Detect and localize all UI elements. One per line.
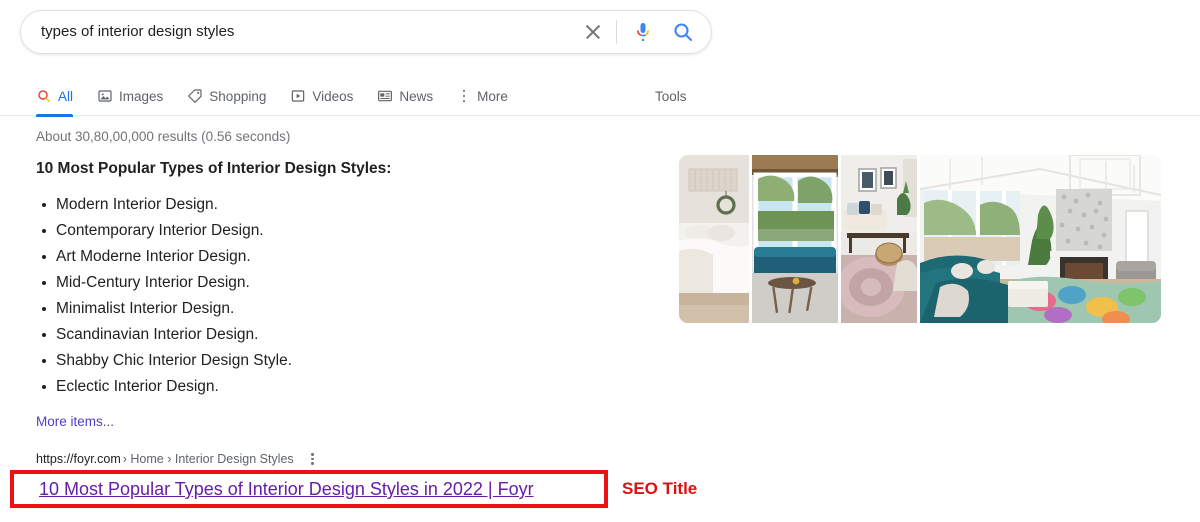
- tab-label: Images: [119, 88, 164, 104]
- featured-snippet: 10 Most Popular Types of Interior Design…: [36, 160, 636, 431]
- tools-button[interactable]: Tools: [655, 76, 687, 116]
- list-item: Eclectic Interior Design.: [42, 374, 636, 400]
- more-vert-icon[interactable]: [306, 451, 320, 467]
- tab-shopping[interactable]: Shopping: [187, 76, 266, 116]
- tab-news[interactable]: News: [377, 76, 433, 116]
- google-search-results-page: All Images: [0, 0, 1200, 522]
- tab-images[interactable]: Images: [97, 76, 163, 116]
- close-icon[interactable]: [580, 19, 606, 45]
- list-item: Art Moderne Interior Design.: [42, 244, 636, 270]
- search-icon: [36, 88, 52, 104]
- search-box-actions: [580, 19, 711, 45]
- result-stats: About 30,80,00,000 results (0.56 seconds…: [36, 129, 291, 144]
- tools-label: Tools: [655, 88, 687, 104]
- collage-image-2[interactable]: [752, 155, 838, 323]
- divider: [616, 20, 617, 44]
- collage-image-4[interactable]: [920, 155, 1161, 323]
- more-items-link[interactable]: More items...: [36, 414, 114, 429]
- microphone-icon[interactable]: [631, 20, 655, 44]
- list-item: Minimalist Interior Design.: [42, 296, 636, 322]
- newspaper-icon: [377, 88, 393, 104]
- organic-result: https://foyr.com › Home › Interior Desig…: [10, 450, 736, 508]
- tab-all[interactable]: All: [36, 76, 74, 117]
- list-item: Contemporary Interior Design.: [42, 218, 636, 244]
- tab-label: Shopping: [209, 88, 267, 104]
- tab-videos[interactable]: Videos: [290, 76, 353, 116]
- search-tabs: All Images Shopping Videos News More: [36, 76, 532, 117]
- tab-label: All: [58, 88, 74, 104]
- tab-label: News: [399, 88, 434, 104]
- search-tabs-bar: All Images Shopping Videos News More Too…: [0, 76, 1200, 117]
- snippet-heading: 10 Most Popular Types of Interior Design…: [36, 160, 392, 177]
- tab-label: Videos: [312, 88, 354, 104]
- list-item: Scandinavian Interior Design.: [42, 322, 636, 348]
- image-icon: [97, 88, 113, 104]
- search-box[interactable]: [20, 10, 712, 54]
- more-vert-icon: [457, 88, 471, 104]
- snippet-list: Modern Interior Design. Contemporary Int…: [36, 192, 636, 400]
- search-icon[interactable]: [671, 20, 695, 44]
- tab-label: More: [477, 88, 508, 104]
- tag-icon: [187, 88, 203, 104]
- list-item: Mid-Century Interior Design.: [42, 270, 636, 296]
- tab-more[interactable]: More: [457, 76, 508, 116]
- collage-image-3[interactable]: [841, 155, 917, 323]
- play-icon: [290, 88, 306, 104]
- list-item: Modern Interior Design.: [42, 192, 636, 218]
- breadcrumb[interactable]: https://foyr.com › Home › Interior Desig…: [36, 450, 736, 468]
- snippet-image-collage[interactable]: [679, 155, 1161, 323]
- list-item: Shabby Chic Interior Design Style.: [42, 348, 636, 374]
- result-title-link[interactable]: 10 Most Popular Types of Interior Design…: [39, 475, 534, 503]
- search-input[interactable]: [21, 17, 580, 47]
- breadcrumb-domain: https://foyr.com: [36, 452, 121, 466]
- collage-image-1[interactable]: [679, 155, 749, 323]
- breadcrumb-path: › Home › Interior Design Styles: [122, 452, 294, 466]
- annotation-label: SEO Title: [622, 479, 698, 498]
